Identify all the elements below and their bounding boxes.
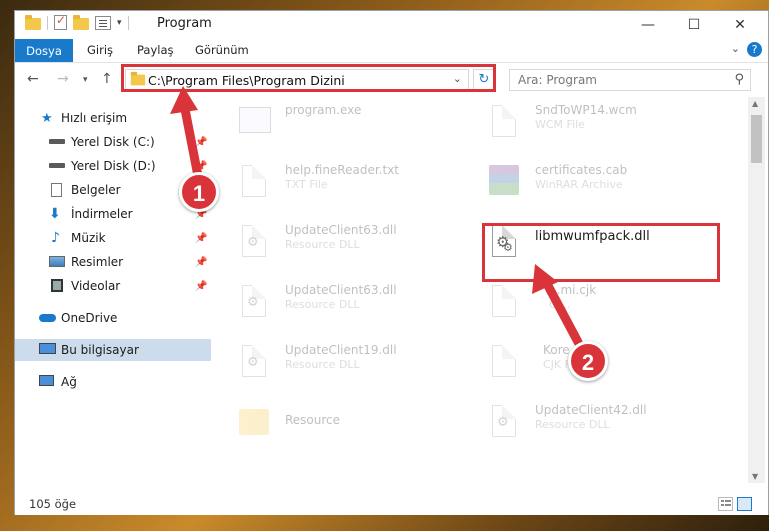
arrow-2-shaft: [540, 275, 583, 347]
step-badge-1: 1: [179, 172, 219, 212]
arrow-1-shaft: [179, 99, 203, 181]
annotation-arrows: [170, 86, 583, 347]
step-badge-2: 2: [568, 341, 608, 381]
arrow-1-head: [170, 86, 198, 114]
